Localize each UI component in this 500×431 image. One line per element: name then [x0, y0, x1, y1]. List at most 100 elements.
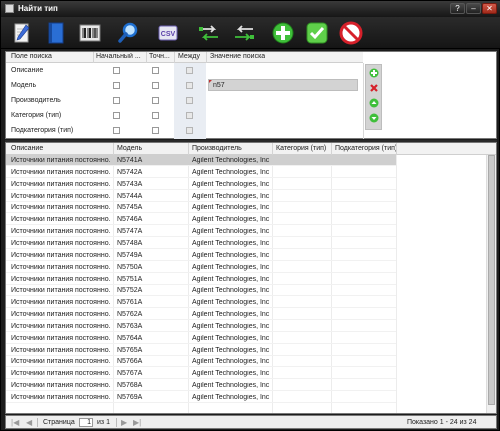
cell-description: Источники питания постоянно...: [11, 334, 111, 342]
edit-document-button[interactable]: [10, 21, 34, 45]
search-field-label: Категория (тип): [11, 112, 62, 119]
exact-checkbox[interactable]: [152, 112, 159, 119]
table-row[interactable]: Источники питания постоянно... N5747A Agil…: [6, 226, 396, 238]
between-checkbox[interactable]: [186, 97, 193, 104]
column-model[interactable]: Модель: [117, 145, 142, 152]
table-row[interactable]: Источники питания постоянно... N5746A Agil…: [6, 214, 396, 226]
transfer-left-button[interactable]: [232, 21, 256, 45]
cell-model: N5747A: [117, 228, 143, 236]
last-page-icon[interactable]: ▶|: [133, 418, 141, 427]
table-row[interactable]: Источники питания постоянно... N5742A Agil…: [6, 167, 396, 178]
table-row[interactable]: Источники питания постоянно... N5767A Agil…: [6, 368, 396, 380]
next-page-icon[interactable]: ▶: [121, 418, 127, 427]
header-starts-with: Начальный ...: [96, 53, 141, 60]
table-row[interactable]: Источники питания постоянно... N5764A Agil…: [6, 333, 396, 344]
cancel-button[interactable]: [339, 21, 363, 45]
starts-with-checkbox[interactable]: [113, 67, 120, 74]
exact-checkbox[interactable]: [152, 97, 159, 104]
move-down-button[interactable]: [369, 113, 379, 123]
table-row[interactable]: Источники питания постоянно... N5741A Agil…: [6, 155, 396, 166]
between-checkbox[interactable]: [186, 112, 193, 119]
header-search-value: Значение поиска: [210, 53, 266, 60]
first-page-icon[interactable]: |◀: [11, 418, 19, 427]
transfer-right-button[interactable]: [197, 21, 221, 45]
cell-description: Источники питания постоянно...: [11, 346, 111, 354]
csv-export-button[interactable]: CSV: [156, 21, 180, 45]
book-button[interactable]: [44, 21, 68, 45]
delete-row-icon: [370, 84, 378, 92]
minimize-button[interactable]: –: [466, 3, 481, 14]
window-title: Найти тип: [18, 4, 58, 13]
search-button[interactable]: [117, 21, 141, 45]
table-row[interactable]: Источники питания постоянно... N5765A Agil…: [6, 345, 396, 356]
search-value-input[interactable]: n57: [208, 79, 358, 91]
close-button[interactable]: ✕: [482, 3, 497, 14]
table-row[interactable]: Источники питания постоянно... N5766A Agil…: [6, 356, 396, 368]
table-row[interactable]: Источники питания постоянно... N5761A Agil…: [6, 297, 396, 309]
cell-manufacturer: Agilent Technologies, Inc: [192, 157, 270, 164]
column-subcategory[interactable]: Подкатегория (тип): [335, 145, 397, 152]
search-icon: [118, 22, 138, 43]
search-header: Поле поиска Начальный ... Точн... Между …: [6, 52, 363, 63]
cell-manufacturer: Agilent Technologies, Inc: [192, 263, 270, 271]
starts-with-checkbox[interactable]: [113, 112, 120, 119]
starts-with-checkbox[interactable]: [113, 97, 120, 104]
between-checkbox[interactable]: [186, 82, 193, 89]
modified-flag-icon: [209, 80, 212, 83]
search-field-label: Модель: [11, 82, 37, 89]
search-row: Производитель: [6, 93, 363, 108]
page-number-input[interactable]: 1: [79, 418, 93, 427]
table-row[interactable]: Источники питания постоянно... N5744A Agil…: [6, 191, 396, 202]
cell-manufacturer: Agilent Technologies, Inc: [192, 394, 270, 401]
starts-with-checkbox[interactable]: [113, 127, 120, 134]
table-row[interactable]: Источники питания постоянно... N5751A Agil…: [6, 274, 396, 285]
barcode-button[interactable]: [78, 21, 102, 45]
row-actions-panel: [365, 64, 382, 130]
cell-model: N5741A: [117, 157, 143, 164]
column-category[interactable]: Категория (тип): [276, 145, 326, 152]
add-row-button[interactable]: [369, 68, 379, 78]
cell-model: N5749A: [117, 251, 143, 259]
cell-manufacturer: Agilent Technologies, Inc: [192, 334, 270, 342]
cell-model: N5765A: [117, 346, 143, 354]
delete-row-button[interactable]: [369, 83, 379, 93]
add-button[interactable]: [271, 21, 295, 45]
exact-checkbox[interactable]: [152, 127, 159, 134]
cell-manufacturer: Agilent Technologies, Inc: [192, 168, 270, 176]
between-checkbox[interactable]: [186, 127, 193, 134]
column-manufacturer[interactable]: Производитель: [192, 145, 242, 152]
exact-checkbox[interactable]: [152, 82, 159, 89]
table-row[interactable]: Источники питания постоянно... N5743A Agil…: [6, 179, 396, 190]
cell-manufacturer: Agilent Technologies, Inc: [192, 251, 270, 259]
between-checkbox[interactable]: [186, 67, 193, 74]
table-row[interactable]: Источники питания постоянно... N5745A Agil…: [6, 202, 396, 214]
search-row: Категория (тип): [6, 108, 363, 123]
table-row[interactable]: Источники питания постоянно... N5768A Agil…: [6, 380, 396, 392]
table-row[interactable]: Источники питания постоянно... N5762A Agil…: [6, 309, 396, 321]
header-search-field: Поле поиска: [11, 53, 52, 60]
vertical-scrollbar[interactable]: [486, 155, 496, 413]
prev-page-icon[interactable]: ◀: [26, 418, 32, 427]
cell-manufacturer: Agilent Technologies, Inc: [192, 239, 270, 247]
help-button[interactable]: ?: [450, 3, 465, 14]
table-row[interactable]: Источники питания постоянно... N5769A Agil…: [6, 392, 396, 403]
column-description[interactable]: Описание: [11, 145, 43, 152]
table-row[interactable]: Источники питания постоянно... N5748A Agil…: [6, 238, 396, 249]
cell-description: Источники питания постоянно...: [11, 204, 111, 212]
move-up-button[interactable]: [369, 98, 379, 108]
pagination-bar: |◀ ◀ Страница 1 из 1 ▶ ▶| Показано 1 - 2…: [5, 415, 497, 429]
table-row[interactable]: Источники питания постоянно... N5749A Agil…: [6, 250, 396, 261]
cell-model: N5769A: [117, 394, 143, 401]
confirm-button[interactable]: [305, 21, 329, 45]
search-field-label: Подкатегория (тип): [11, 127, 74, 134]
search-value-text: n57: [213, 82, 225, 89]
table-row[interactable]: Источники питания постоянно... N5752A Agil…: [6, 285, 396, 297]
move-down-icon: [369, 113, 379, 123]
starts-with-checkbox[interactable]: [113, 82, 120, 89]
table-row[interactable]: Источники питания постоянно... N5750A Agil…: [6, 262, 396, 273]
table-row[interactable]: Источники питания постоянно... N5763A Agil…: [6, 321, 396, 332]
cell-description: Источники питания постоянно...: [11, 394, 111, 401]
exact-checkbox[interactable]: [152, 67, 159, 74]
cell-model: N5745A: [117, 204, 143, 212]
scrollbar-thumb[interactable]: [488, 155, 495, 405]
